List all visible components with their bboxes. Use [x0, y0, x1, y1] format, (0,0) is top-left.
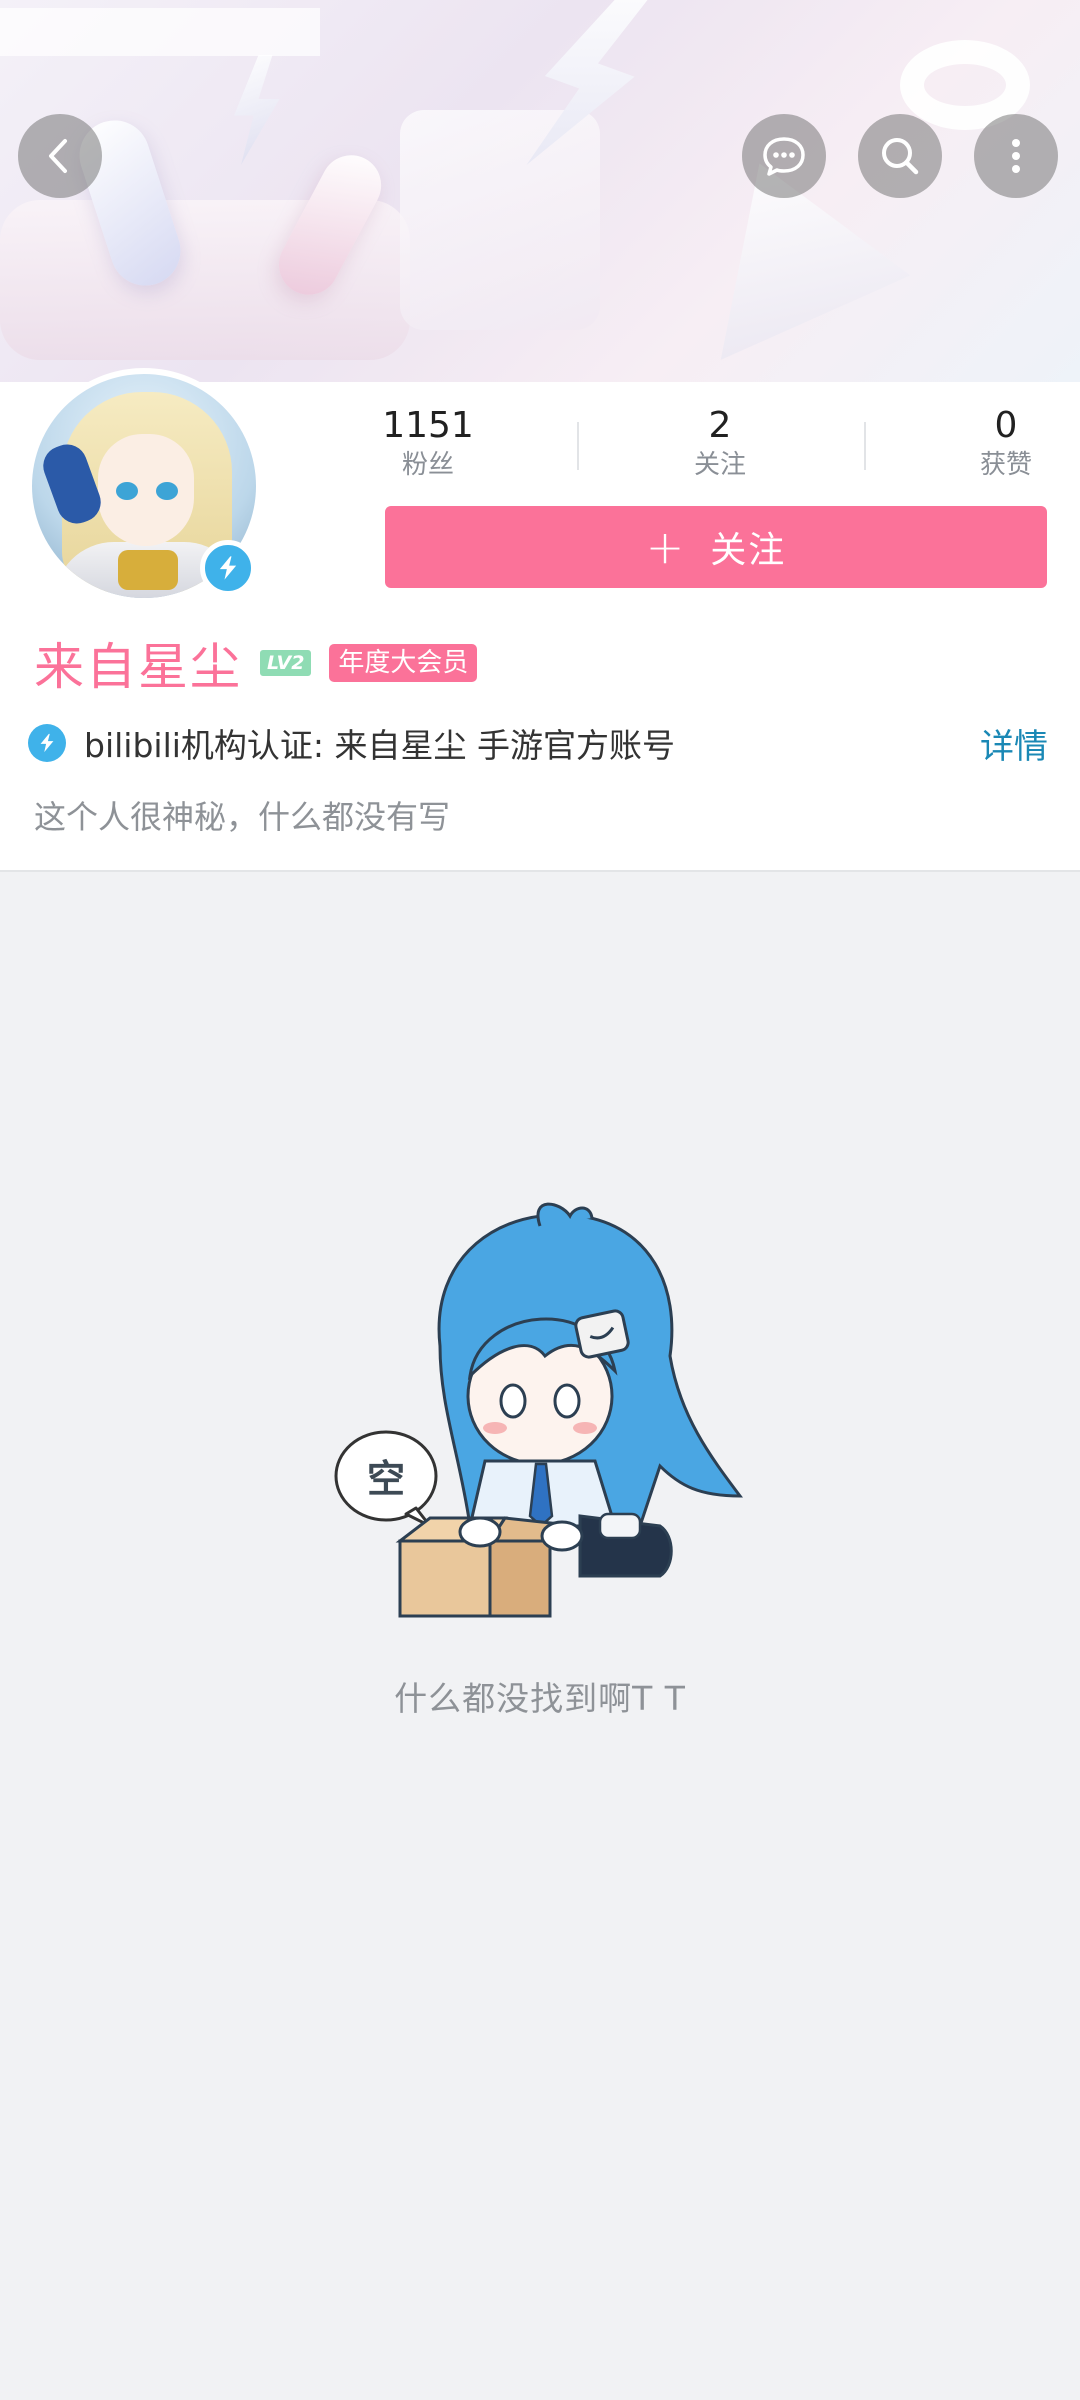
- verified-lightning-icon: [28, 724, 66, 762]
- more-vertical-icon: [1012, 139, 1020, 173]
- lightning-decoration: [234, 55, 280, 165]
- message-button[interactable]: [742, 114, 826, 198]
- divider: [577, 422, 579, 470]
- name-row: 来自星尘 LV2 年度大会员: [34, 627, 478, 699]
- follow-button[interactable]: + 关注: [385, 506, 1047, 588]
- back-button[interactable]: [18, 114, 102, 198]
- certification-detail-link[interactable]: 详情: [980, 719, 1048, 768]
- stat-label: 粉丝: [401, 450, 454, 480]
- more-button[interactable]: [974, 114, 1058, 198]
- stat-likes: 0 获赞: [926, 404, 1080, 482]
- vip-badge[interactable]: 年度大会员: [329, 644, 478, 682]
- follow-button-label: 关注: [710, 530, 787, 571]
- profile-card: 1151 粉丝 2 关注 0 获赞 + 关注 来自星尘 LV2 年度大会员 bi…: [0, 368, 1080, 872]
- stat-label: 获赞: [979, 450, 1032, 480]
- stat-following[interactable]: 2 关注: [640, 404, 800, 482]
- level-badge: LV2: [260, 650, 312, 676]
- empty-state-illustration: 空: [334, 1202, 744, 1618]
- search-icon: [882, 138, 919, 175]
- profile-banner: [0, 0, 1080, 382]
- search-button[interactable]: [858, 114, 942, 198]
- stat-fans[interactable]: 1151 粉丝: [348, 404, 508, 482]
- certification-row: bilibili机构认证: 来自星尘 手游官方账号 详情: [28, 718, 1048, 768]
- username[interactable]: 来自星尘: [34, 627, 242, 699]
- verified-badge-icon: [200, 540, 256, 596]
- chevron-left-icon: [49, 139, 67, 173]
- chat-bubble-icon: [763, 137, 805, 176]
- stat-label: 关注: [693, 450, 746, 480]
- certification-text: bilibili机构认证: 来自星尘 手游官方账号: [84, 726, 676, 765]
- empty-state-message: 什么都没找到啊T T: [394, 1679, 686, 1718]
- status-bar-redaction: [0, 8, 320, 56]
- banner-decoration: [400, 110, 600, 330]
- plus-icon: +: [645, 520, 685, 574]
- divider: [864, 422, 866, 470]
- stat-value: 2: [708, 405, 732, 446]
- stat-value: 1151: [382, 405, 474, 446]
- bio-text: 这个人很神秘，什么都没有写: [34, 798, 451, 836]
- stat-value: 0: [994, 405, 1018, 446]
- bubble-text: 空: [367, 1457, 405, 1501]
